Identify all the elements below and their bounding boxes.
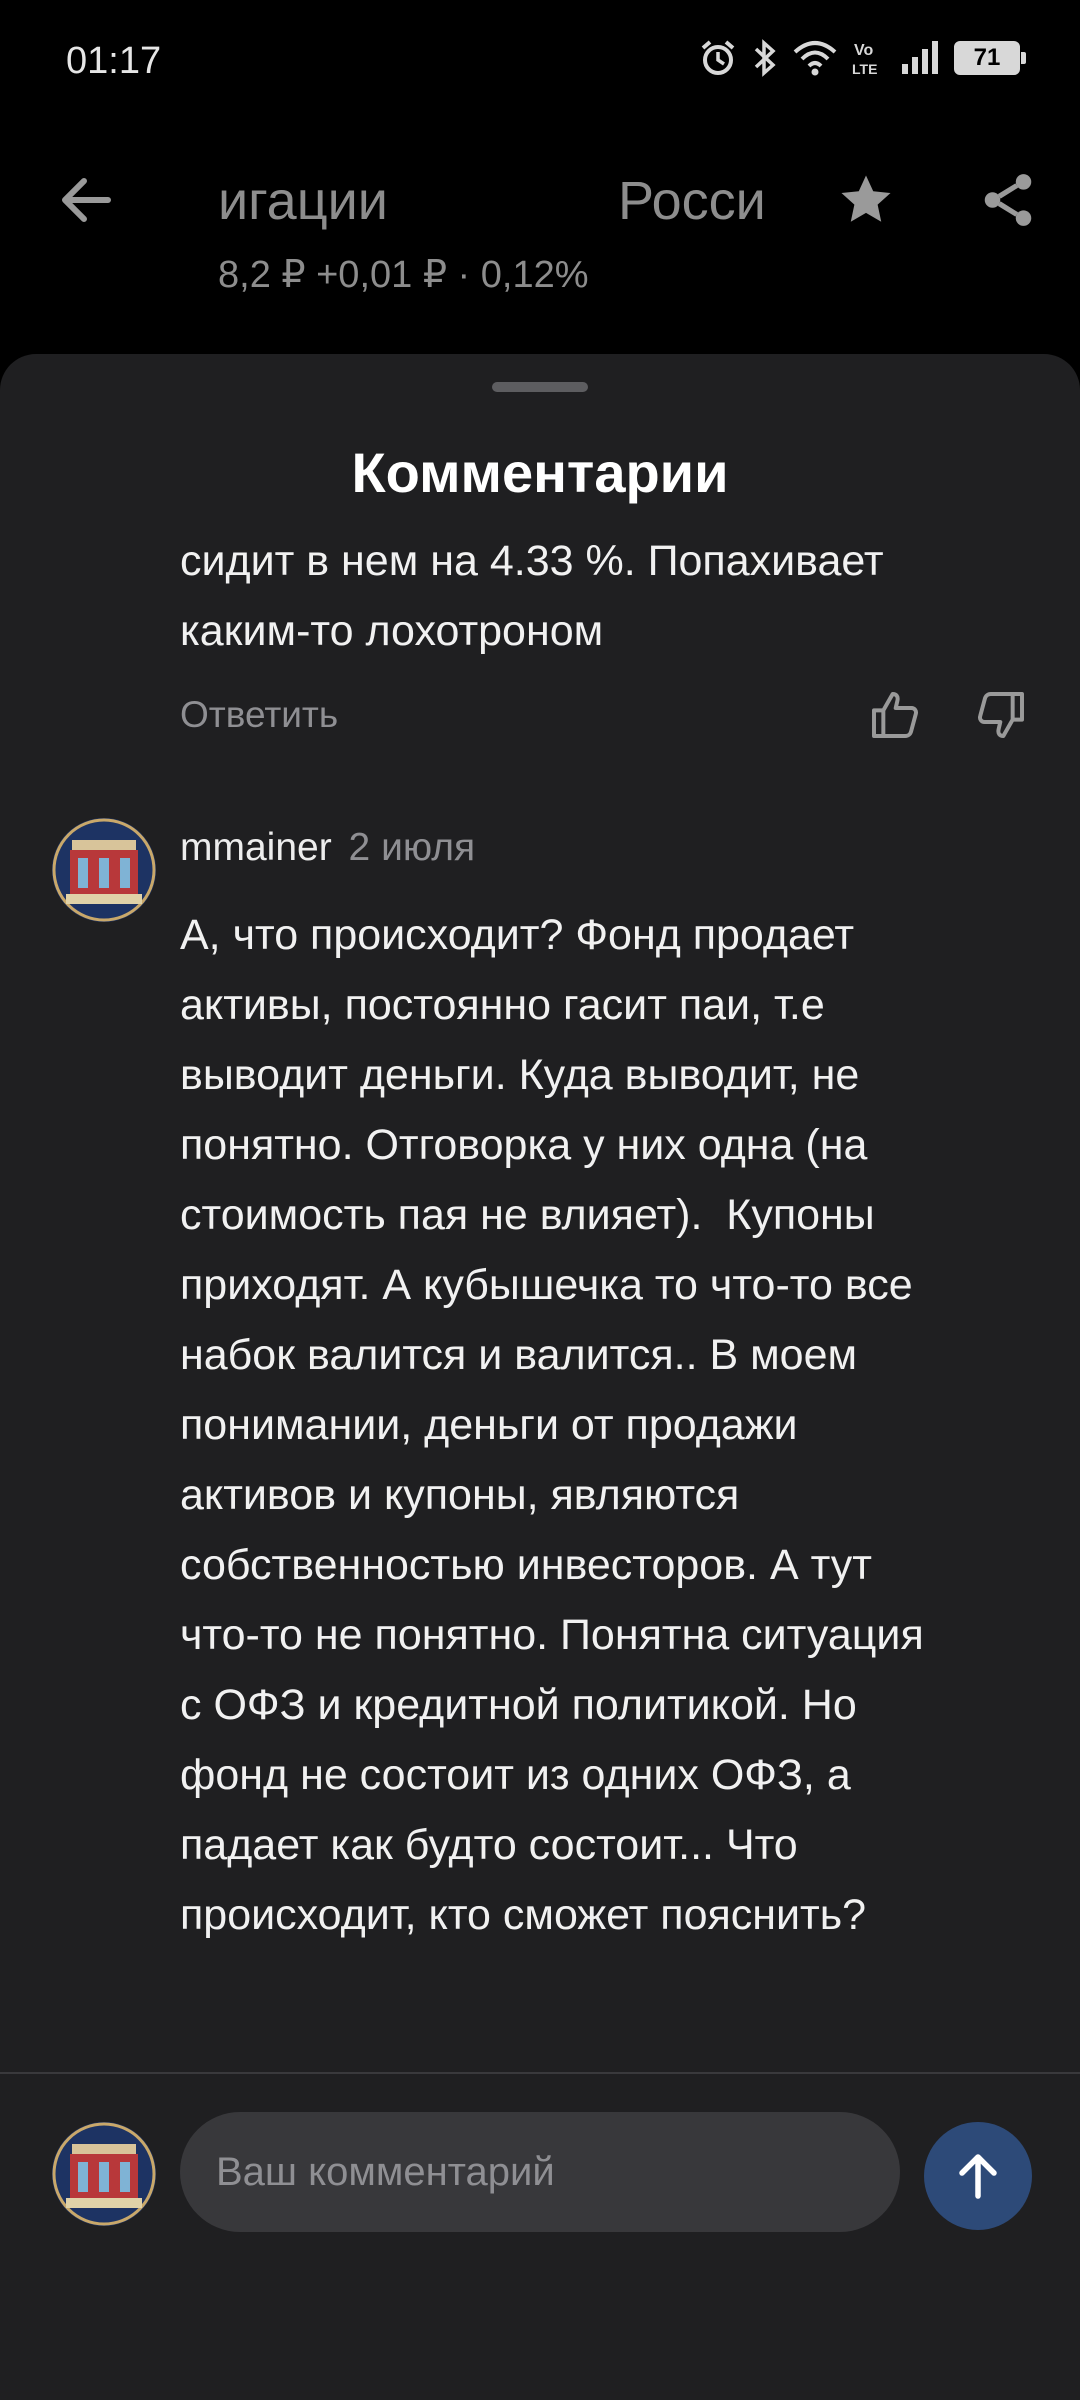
signal-icon — [900, 38, 940, 78]
app-header: игации Росси 8,2 ₽ +0,01 ₽ · 0,12% — [0, 140, 1080, 340]
volte-icon: Vo LTE — [852, 38, 886, 78]
header-title-scrolling: игации — [218, 171, 388, 231]
comment-date: 2 июля — [348, 826, 476, 869]
comment-body: А, что происходит? Фонд продает активы, … — [180, 911, 924, 1939]
alarm-icon — [698, 38, 738, 78]
sheet-drag-handle[interactable] — [492, 382, 588, 392]
thumbs-up-icon — [872, 692, 918, 738]
battery-level: 71 — [973, 44, 1001, 71]
avatar-building-icon — [52, 2122, 156, 2226]
previous-comment-text: сидит в нем на 4.33 %. Попахивает каким-… — [180, 537, 884, 655]
comment-author[interactable]: mmainer — [180, 826, 332, 869]
back-button[interactable] — [48, 162, 124, 238]
sheet-title: Комментарии — [351, 441, 729, 504]
share-icon — [984, 174, 1032, 226]
star-icon — [841, 175, 891, 222]
wifi-icon — [792, 38, 838, 78]
comments-sheet: Комментарии сидит в нем на 4.33 %. Попах… — [0, 354, 1080, 2400]
like-button[interactable] — [864, 684, 926, 746]
favorite-button[interactable] — [826, 160, 906, 240]
share-button[interactable] — [968, 160, 1048, 240]
svg-text:Vo: Vo — [854, 42, 873, 59]
comment-input[interactable] — [180, 2112, 900, 2232]
thumbs-down-icon — [978, 692, 1024, 738]
comment-meta: mmainer 2 июля — [180, 826, 475, 870]
price-change: 8,2 ₽ +0,01 ₽ · 0,12% — [218, 254, 589, 296]
reply-button[interactable]: Ответить — [180, 694, 338, 736]
battery-icon: 71 — [954, 41, 1026, 75]
status-time: 01:17 — [66, 40, 162, 82]
bluetooth-icon — [752, 38, 778, 78]
dislike-button[interactable] — [970, 684, 1032, 746]
send-button[interactable] — [924, 2122, 1032, 2230]
svg-text:LTE: LTE — [852, 61, 877, 77]
composer-divider — [0, 2072, 1080, 2074]
header-title-scrolling-next: Росси — [618, 171, 766, 231]
avatar-building-icon — [52, 818, 156, 922]
status-bar: 01:17 Vo LTE 71 — [0, 0, 1080, 125]
status-icons: Vo LTE 71 — [698, 38, 1026, 78]
back-arrow-icon — [62, 178, 111, 222]
avatar[interactable] — [52, 818, 156, 922]
composer-avatar — [52, 2122, 156, 2226]
arrow-up-icon — [959, 2154, 997, 2199]
